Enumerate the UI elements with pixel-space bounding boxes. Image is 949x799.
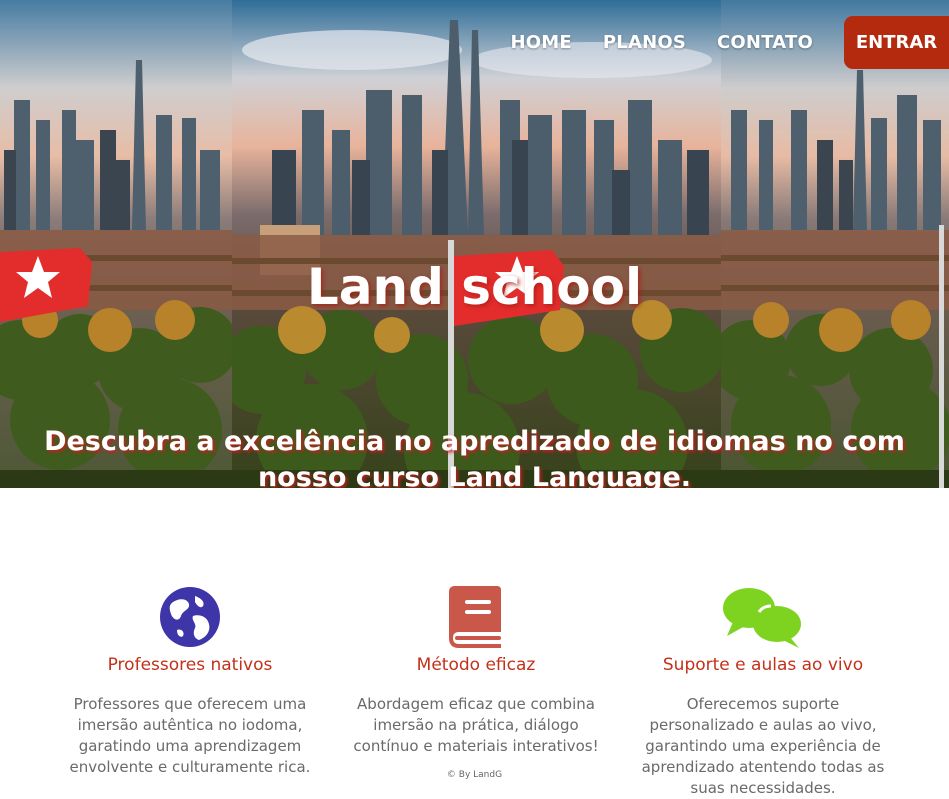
hero-background-image bbox=[0, 0, 232, 488]
footer-credit: © By LandG bbox=[446, 770, 503, 780]
hero-background-image bbox=[721, 0, 949, 488]
nav-link-home[interactable]: HOME bbox=[511, 32, 572, 53]
globe-icon bbox=[60, 586, 320, 648]
nav-link-contato[interactable]: CONTATO bbox=[717, 32, 813, 53]
top-navigation: HOME PLANOS CONTATO ENTRAR bbox=[511, 16, 949, 69]
hero-section: HOME PLANOS CONTATO ENTRAR Land school D… bbox=[0, 0, 949, 488]
nav-link-planos[interactable]: PLANOS bbox=[603, 32, 686, 53]
feature-card: Professores nativos Professores que ofer… bbox=[60, 586, 320, 778]
login-button[interactable]: ENTRAR bbox=[844, 16, 949, 69]
feature-title: Professores nativos bbox=[107, 655, 273, 675]
feature-description: Oferecemos suporte personalizado e aulas… bbox=[641, 695, 885, 797]
hero-background-image bbox=[232, 0, 721, 488]
hero-title: Land school bbox=[306, 258, 643, 316]
feature-title: Método eficaz bbox=[416, 655, 536, 675]
hero-subtitle: Descubra a excelência no apredizado de i… bbox=[44, 426, 905, 488]
book-icon bbox=[346, 586, 606, 648]
feature-title: Suporte e aulas ao vivo bbox=[662, 655, 864, 675]
feature-description: Abordagem eficaz que combina imersão na … bbox=[353, 695, 599, 755]
feature-card: Suporte e aulas ao vivo Oferecemos supor… bbox=[633, 586, 893, 799]
feature-card: Método eficaz Abordagem eficaz que combi… bbox=[346, 586, 606, 757]
chat-bubbles-icon bbox=[633, 586, 893, 648]
feature-description: Professores que oferecem uma imersão aut… bbox=[69, 695, 311, 776]
